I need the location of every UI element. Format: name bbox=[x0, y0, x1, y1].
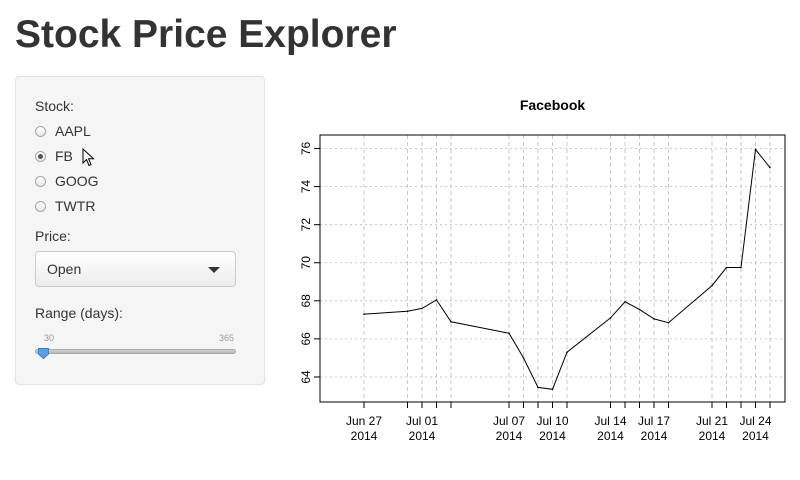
x-tick-label: Jul 07 bbox=[493, 414, 525, 428]
data-point bbox=[740, 266, 742, 269]
x-tick-label: Jul 17 bbox=[638, 414, 670, 428]
radio-option-label: AAPL bbox=[55, 123, 91, 139]
x-tick-label: Jul 10 bbox=[536, 414, 568, 428]
data-point bbox=[711, 284, 713, 287]
data-point bbox=[609, 317, 612, 319]
x-tick-label: 2014 bbox=[699, 429, 726, 443]
data-point bbox=[537, 386, 539, 389]
data-point bbox=[406, 310, 409, 313]
range-label: Range (days): bbox=[35, 305, 123, 321]
data-point bbox=[421, 307, 423, 310]
y-tick-label: 68 bbox=[300, 294, 313, 308]
data-point bbox=[769, 166, 771, 169]
radio-option-goog[interactable]: GOOG bbox=[35, 172, 99, 190]
x-tick-label: Jun 27 bbox=[346, 414, 382, 428]
x-tick-label: Jul 14 bbox=[594, 414, 626, 428]
radio-option-label: TWTR bbox=[55, 198, 96, 214]
y-tick-label: 64 bbox=[300, 370, 313, 384]
data-point bbox=[653, 318, 655, 320]
page-title: Stock Price Explorer bbox=[15, 13, 397, 56]
slider-max-label: 365 bbox=[219, 333, 235, 343]
x-tick-label: 2014 bbox=[496, 429, 523, 443]
radio-button[interactable] bbox=[35, 200, 46, 212]
chart-container: Facebook 64 66 68 70 72 74 76 Jun 27 2014 Jul 01 20… bbox=[299, 90, 795, 460]
radio-option-label: GOOG bbox=[55, 173, 99, 189]
radio-button[interactable] bbox=[35, 125, 46, 137]
radio-option-fb[interactable]: FB bbox=[35, 147, 73, 165]
y-tick-label: 74 bbox=[300, 180, 313, 194]
radio-option-aapl[interactable]: AAPL bbox=[35, 122, 91, 140]
x-tick-label: Jul 24 bbox=[739, 414, 771, 428]
x-tick-label: Jul 01 bbox=[406, 414, 438, 428]
y-tick-label: 76 bbox=[300, 142, 313, 156]
data-point bbox=[667, 321, 670, 324]
radio-option-label: FB bbox=[55, 148, 73, 164]
price-label: Price: bbox=[35, 228, 71, 244]
y-tick-label: 72 bbox=[300, 218, 313, 232]
y-tick-label: 66 bbox=[300, 332, 313, 346]
radio-option-twtr[interactable]: TWTR bbox=[35, 197, 95, 215]
range-slider-handle[interactable] bbox=[37, 346, 49, 360]
x-tick-label: 2014 bbox=[409, 429, 436, 443]
data-point bbox=[508, 332, 510, 334]
slider-handle-icon bbox=[37, 348, 49, 360]
data-point bbox=[551, 388, 554, 391]
chart-title: Facebook bbox=[520, 97, 586, 113]
price-select-value: Open bbox=[47, 261, 82, 277]
data-point bbox=[638, 308, 641, 311]
data-point bbox=[435, 299, 438, 301]
stock-label: Stock: bbox=[35, 98, 74, 114]
x-tick-label: 2014 bbox=[597, 429, 624, 443]
slider-min-label: 30 bbox=[44, 333, 55, 343]
sidebar-panel: Stock: AAPL FB GOOG TWTR Price: Open Ran… bbox=[15, 76, 265, 385]
radio-button[interactable] bbox=[35, 175, 46, 187]
mouse-pointer-icon bbox=[82, 148, 95, 167]
x-tick-label: 2014 bbox=[641, 429, 668, 443]
radio-button[interactable] bbox=[35, 150, 46, 162]
data-point bbox=[450, 320, 452, 323]
data-point bbox=[725, 266, 728, 269]
data-point bbox=[566, 351, 568, 354]
data-point bbox=[754, 148, 757, 151]
range-slider-track[interactable] bbox=[35, 349, 236, 354]
x-tick-label: 2014 bbox=[742, 429, 769, 443]
y-tick-label: 70 bbox=[300, 256, 313, 270]
price-chart: Facebook64666870727476Jun 272014Jul 0120… bbox=[299, 97, 786, 443]
data-point bbox=[522, 357, 525, 359]
data-point bbox=[363, 313, 365, 315]
x-tick-label: 2014 bbox=[351, 429, 378, 443]
price-select[interactable]: Open bbox=[35, 251, 236, 287]
chevron-down-icon bbox=[208, 267, 220, 273]
data-point bbox=[624, 300, 626, 303]
x-tick-label: 2014 bbox=[539, 429, 566, 443]
x-tick-label: Jul 21 bbox=[696, 414, 728, 428]
